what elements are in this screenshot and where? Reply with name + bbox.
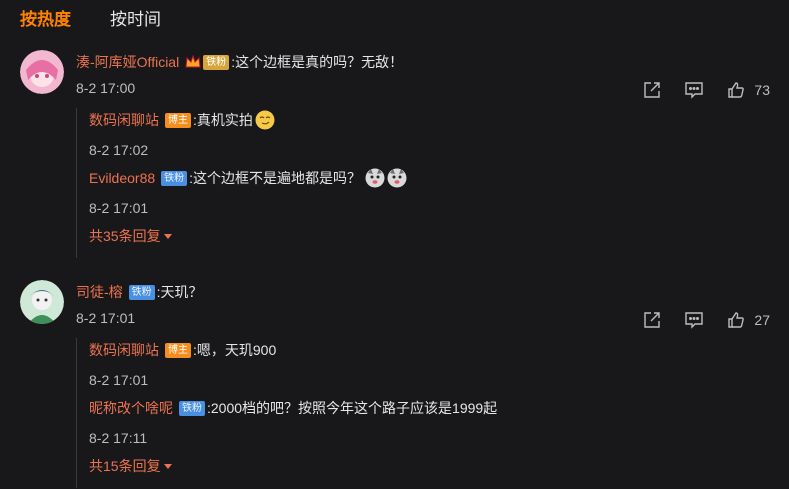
- reply-time: 8-2 17:01: [89, 372, 149, 388]
- reply-list: 数码闲聊站 博主 :嗯，天玑900 8-2 17:01 昵称改个啥呢 铁粉 :2…: [76, 338, 497, 488]
- reply-text: :嗯，天玑900: [193, 342, 277, 358]
- comment-text: :天玑？: [156, 284, 203, 300]
- like-count: 27: [754, 312, 770, 328]
- reply-line: 数码闲聊站 博主 :真机实拍: [89, 108, 407, 132]
- more-replies-link[interactable]: 共35条回复: [89, 226, 407, 246]
- like-button[interactable]: 73: [726, 80, 770, 100]
- sort-tabs: 按热度 按时间: [20, 8, 161, 34]
- husky-emoji-icon: [387, 168, 407, 188]
- smirk-emoji-icon: [255, 110, 275, 130]
- reply-item: 昵称改个啥呢 铁粉 :2000档的吧？按照今年这个路子应该是1999起 8-2 …: [77, 396, 497, 454]
- reply-line: Evildeor88 铁粉 :这个边框不是遍地都是吗？: [89, 166, 407, 190]
- comment-line: 司徒-榕 铁粉 :天玑？: [76, 282, 203, 302]
- reply-item: 数码闲聊站 博主 :真机实拍 8-2 17:02: [77, 108, 407, 166]
- reply-text: :这个边框不是遍地都是吗？: [189, 170, 362, 186]
- husky-emoji-icon: [365, 168, 385, 188]
- blogger-badge: 博主: [165, 112, 191, 128]
- like-button[interactable]: 27: [726, 310, 770, 330]
- fan-badge: 铁粉: [179, 400, 205, 416]
- fan-badge: 铁粉: [203, 54, 230, 70]
- fan-badge: 铁粉: [128, 284, 155, 300]
- share-icon[interactable]: [642, 80, 662, 100]
- tab-sort-by-hot[interactable]: 按热度: [20, 8, 110, 34]
- reply-line: 昵称改个啥呢 铁粉 :2000档的吧？按照今年这个路子应该是1999起: [89, 396, 497, 420]
- fan-badge: 铁粉: [161, 170, 188, 186]
- comment-username[interactable]: 湊-阿库娅Official: [76, 52, 179, 72]
- reply-username[interactable]: 数码闲聊站: [89, 110, 159, 130]
- caret-down-icon: [163, 233, 172, 239]
- reply-text: :2000档的吧？按照今年这个路子应该是1999起: [207, 400, 498, 416]
- comment-time: 8-2 17:01: [76, 310, 136, 326]
- more-replies-link[interactable]: 共15条回复: [89, 456, 497, 476]
- thumbs-up-icon: [726, 310, 746, 330]
- comment-icon[interactable]: [684, 80, 704, 100]
- reply-list: 数码闲聊站 博主 :真机实拍 8-2 17:02 Evildeor88 铁粉:…: [76, 108, 407, 258]
- comment-item: 湊-阿库娅Official 铁粉 :这个边框是真的吗？无敌！ 8-2 17:00: [20, 50, 780, 258]
- thumbs-up-icon: [726, 80, 746, 100]
- share-icon[interactable]: [642, 310, 662, 330]
- comment-text: :这个边框是真的吗？无敌！: [231, 54, 404, 70]
- reply-time: 8-2 17:02: [89, 142, 149, 158]
- comment-line: 湊-阿库娅Official 铁粉 :这个边框是真的吗？无敌！: [76, 52, 403, 72]
- comment-item: 司徒-榕 铁粉 :天玑？ 8-2 17:01 27 数码闲聊站 博主:嗯，天玑…: [20, 280, 780, 488]
- reply-username[interactable]: Evildeor88: [89, 170, 155, 186]
- more-replies: 共35条回复: [77, 224, 407, 256]
- like-count: 73: [754, 82, 770, 98]
- more-replies-label: 共35条回复: [89, 228, 161, 244]
- comment-icon[interactable]: [684, 310, 704, 330]
- reply-text: :真机实拍: [193, 112, 253, 128]
- reply-item: Evildeor88 铁粉 :这个边框不是遍地都是吗？ 8-2 17:01: [77, 166, 407, 224]
- comment-time: 8-2 17:00: [76, 80, 136, 96]
- avatar[interactable]: [20, 280, 64, 324]
- reply-username[interactable]: 昵称改个啥呢: [89, 398, 173, 418]
- more-replies: 共15条回复: [77, 454, 497, 486]
- tab-sort-by-time[interactable]: 按时间: [110, 8, 161, 34]
- blogger-badge: 博主: [165, 342, 191, 358]
- reply-time: 8-2 17:11: [89, 430, 148, 446]
- caret-down-icon: [163, 463, 172, 469]
- crown-icon: [185, 55, 201, 69]
- more-replies-label: 共15条回复: [89, 458, 161, 474]
- reply-username[interactable]: 数码闲聊站: [89, 340, 159, 360]
- avatar[interactable]: [20, 50, 64, 94]
- comment-actions: 73: [642, 80, 770, 100]
- reply-time: 8-2 17:01: [89, 200, 149, 216]
- comment-username[interactable]: 司徒-榕: [76, 282, 123, 302]
- reply-line: 数码闲聊站 博主 :嗯，天玑900: [89, 338, 497, 362]
- comment-actions: 27: [642, 310, 770, 330]
- reply-item: 数码闲聊站 博主 :嗯，天玑900 8-2 17:01: [77, 338, 497, 396]
